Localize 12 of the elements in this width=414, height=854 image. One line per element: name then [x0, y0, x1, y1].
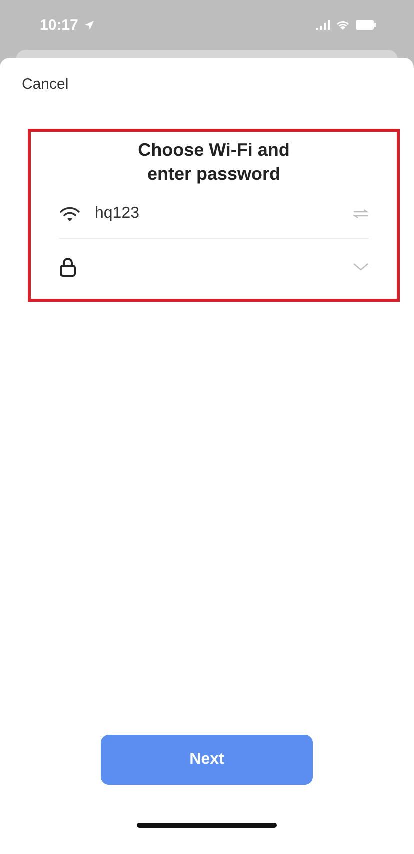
swap-icon[interactable] — [353, 209, 369, 219]
wifi-icon — [59, 206, 81, 222]
page-title: Choose Wi-Fi and enter password — [137, 139, 291, 186]
wifi-icon — [336, 20, 350, 30]
chevron-down-icon[interactable] — [353, 263, 369, 271]
cancel-button[interactable]: Cancel — [22, 76, 69, 93]
wifi-name-field[interactable]: hq123 — [95, 205, 339, 223]
location-arrow-icon — [84, 20, 96, 30]
signal-icon — [316, 20, 330, 30]
battery-icon — [356, 20, 376, 30]
lock-icon — [59, 257, 77, 277]
status-time: 10:17 — [40, 16, 78, 34]
